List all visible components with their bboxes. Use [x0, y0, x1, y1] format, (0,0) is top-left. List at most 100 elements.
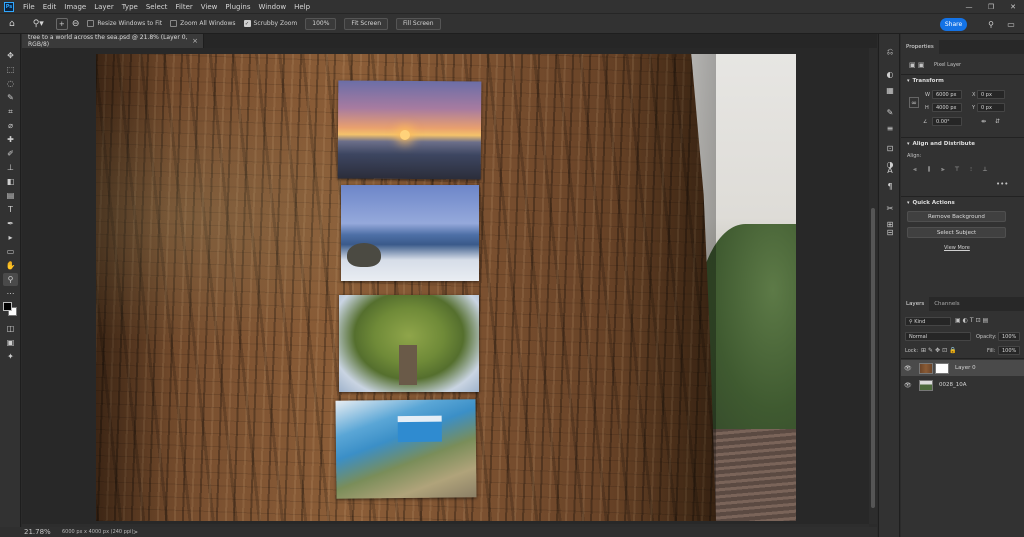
visibility-eye-icon[interactable]: 👁 [904, 365, 916, 372]
menu-edit[interactable]: Edit [39, 3, 61, 11]
foreground-color-swatch[interactable] [3, 302, 12, 311]
zoom-100-button[interactable]: 100% [305, 17, 337, 30]
canvas-area[interactable] [22, 48, 877, 524]
close-window-button[interactable]: ✕ [1002, 0, 1024, 13]
clone-stamp-tool-icon[interactable]: ⊥ [3, 161, 18, 174]
fill-screen-button[interactable]: Fill Screen [396, 17, 441, 30]
scrollbar-thumb[interactable] [871, 208, 875, 508]
share-button[interactable]: Share [940, 18, 967, 31]
layer-mask-thumbnail[interactable] [935, 362, 949, 374]
zoom-tool-preset-icon[interactable]: ⚲▾ [33, 17, 44, 31]
select-subject-button[interactable]: Select Subject [907, 227, 1006, 238]
align-bottom-icon[interactable]: ⊥ [979, 165, 991, 174]
remove-background-button[interactable]: Remove Background [907, 211, 1006, 222]
opacity-field[interactable]: 100% [998, 332, 1020, 341]
vertical-scrollbar[interactable] [869, 48, 877, 524]
gradient-tool-icon[interactable]: ▤ [3, 189, 18, 202]
menu-help[interactable]: Help [290, 3, 314, 11]
libraries-panel-icon[interactable]: ⊟ [883, 226, 897, 238]
menu-image[interactable]: Image [60, 3, 90, 11]
align-center-h-icon[interactable]: ⫼ [923, 165, 935, 174]
flip-horizontal-icon[interactable]: ⇹ [981, 118, 986, 125]
align-section-header[interactable]: ▾ Align and Distribute [907, 141, 975, 147]
search-icon[interactable]: ⚲ [984, 18, 998, 31]
tab-channels[interactable]: Channels [929, 297, 964, 311]
blend-mode-select[interactable]: Normal [905, 332, 971, 341]
menu-window[interactable]: Window [254, 3, 290, 11]
more-options-icon[interactable]: ••• [996, 180, 1008, 188]
minimize-button[interactable]: — [958, 0, 980, 13]
clone-source-icon[interactable]: ⊡ [883, 142, 897, 154]
view-more-link[interactable]: View More [944, 245, 970, 251]
zoom-level[interactable]: 21.78% [24, 527, 51, 537]
layer-row[interactable]: 👁 0028_10A [901, 377, 1024, 393]
y-field[interactable]: 0 px [977, 103, 1005, 112]
x-field[interactable]: 0 px [977, 90, 1005, 99]
tab-properties[interactable]: Properties [901, 40, 939, 54]
history-panel-icon[interactable]: ⎌ [883, 46, 897, 58]
generative-icon[interactable]: ✦ [3, 350, 18, 363]
zoom-out-icon[interactable]: ⊖ [72, 17, 80, 31]
zoom-tool-icon[interactable]: ⚲ [3, 273, 18, 286]
visibility-eye-icon[interactable]: 👁 [904, 382, 916, 389]
brush-tool-icon[interactable]: ✐ [3, 147, 18, 160]
align-right-icon[interactable]: ⫸ [937, 165, 949, 174]
eyedropper-tool-icon[interactable]: ⌀ [3, 119, 18, 132]
menu-filter[interactable]: Filter [171, 3, 196, 11]
color-panel-icon[interactable]: ◐ [883, 68, 897, 80]
quick-mask-icon[interactable]: ◫ [3, 322, 18, 335]
layer-filter-kind[interactable]: ⚲ Kind [905, 317, 951, 326]
layer-filter-icons[interactable]: ▣◐T⊡▤ [955, 317, 990, 324]
fit-screen-button[interactable]: Fit Screen [344, 17, 388, 30]
zoom-in-icon[interactable]: + [55, 17, 68, 30]
status-menu-arrow[interactable]: > [133, 527, 138, 537]
lock-options-icons[interactable]: ⊞✎✥⊡🔒 [921, 347, 959, 354]
menu-type[interactable]: Type [118, 3, 142, 11]
pen-tool-icon[interactable]: ✒ [3, 217, 18, 230]
menu-layer[interactable]: Layer [90, 3, 118, 11]
fill-field[interactable]: 100% [998, 346, 1020, 355]
link-dimensions-icon[interactable]: ∞ [909, 97, 919, 108]
type-tool-icon[interactable]: T [3, 203, 18, 216]
move-tool-icon[interactable]: ✥ [3, 49, 18, 62]
tab-layers[interactable]: Layers [901, 297, 930, 311]
rectangle-tool-icon[interactable]: ▭ [3, 245, 18, 258]
home-icon[interactable]: ⌂ [9, 17, 15, 31]
angle-field[interactable]: 0.00° [932, 117, 962, 126]
menu-select[interactable]: Select [142, 3, 172, 11]
path-selection-tool-icon[interactable]: ▸ [3, 231, 18, 244]
tools-settings-icon[interactable]: ✂ [883, 202, 897, 214]
healing-brush-tool-icon[interactable]: ✚ [3, 133, 18, 146]
align-left-icon[interactable]: ⫷ [909, 165, 921, 174]
brushes-panel-icon[interactable]: ✎ [883, 106, 897, 118]
screen-mode-icon[interactable]: ▣ [3, 336, 18, 349]
swatches-panel-icon[interactable]: ▦ [883, 84, 897, 96]
edit-toolbar-icon[interactable]: ⋯ [3, 287, 18, 300]
maximize-button[interactable]: ❐ [980, 0, 1002, 13]
character-panel-icon[interactable]: A [883, 164, 897, 176]
eraser-tool-icon[interactable]: ◧ [3, 175, 18, 188]
transform-section-header[interactable]: ▾ Transform [907, 78, 944, 84]
marquee-tool-icon[interactable]: ⬚ [3, 63, 18, 76]
align-top-icon[interactable]: ⊤ [951, 165, 963, 174]
lasso-tool-icon[interactable]: ◌ [3, 77, 18, 90]
flip-vertical-icon[interactable]: ⇵ [995, 118, 1000, 125]
close-tab-icon[interactable]: × [192, 37, 198, 45]
brush-settings-icon[interactable]: ≡ [883, 122, 897, 134]
quick-actions-header[interactable]: ▾ Quick Actions [907, 200, 955, 206]
document-canvas[interactable] [96, 54, 796, 521]
layer-row[interactable]: 👁 Layer 0 [901, 360, 1024, 376]
align-middle-v-icon[interactable]: ⫶ [965, 165, 977, 174]
resize-windows-checkbox[interactable]: Resize Windows to Fit [87, 20, 162, 27]
menu-plugins[interactable]: Plugins [221, 3, 254, 11]
menu-file[interactable]: File [19, 3, 39, 11]
paragraph-panel-icon[interactable]: ¶ [883, 180, 897, 192]
height-field[interactable]: 4000 px [932, 103, 962, 112]
crop-tool-icon[interactable]: ⌗ [3, 105, 18, 118]
scrubby-zoom-checkbox[interactable]: ✓ Scrubby Zoom [243, 20, 297, 27]
hand-tool-icon[interactable]: ✋ [3, 259, 18, 272]
menu-view[interactable]: View [197, 3, 222, 11]
document-tab[interactable]: tree to a world across the sea.psd @ 21.… [22, 34, 204, 48]
workspace-icon[interactable]: ▭ [1004, 18, 1018, 31]
width-field[interactable]: 6000 px [932, 90, 962, 99]
